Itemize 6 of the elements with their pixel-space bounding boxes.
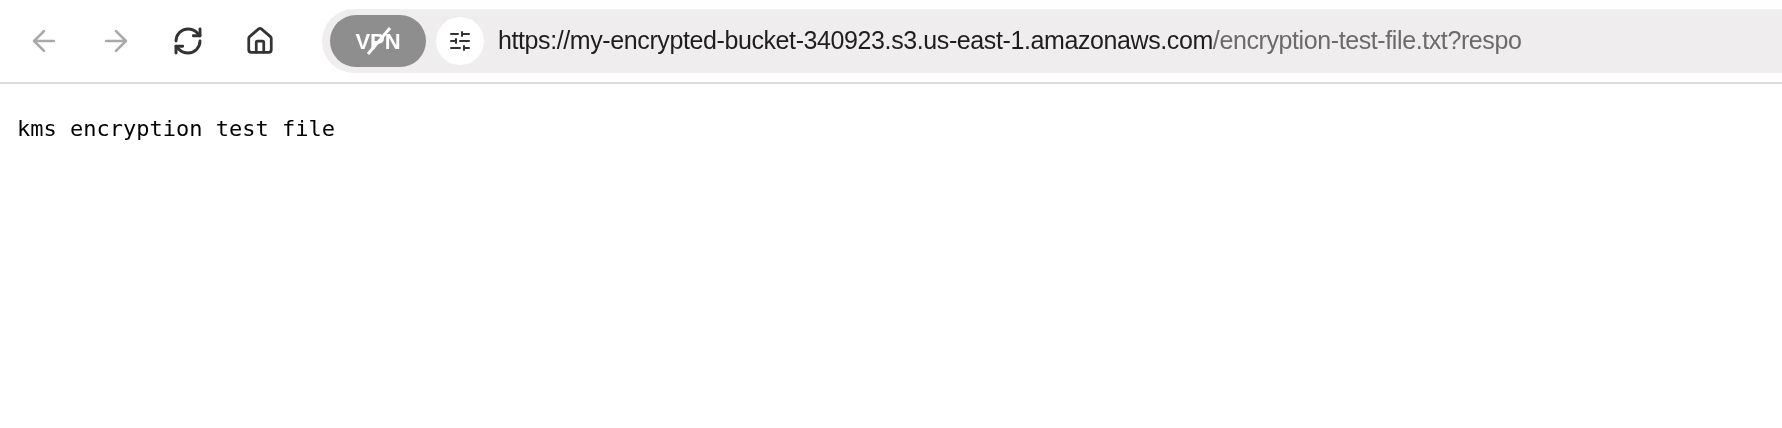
home-icon [245, 26, 275, 56]
sliders-icon [448, 29, 472, 53]
reload-icon [172, 25, 204, 57]
url-text: https://my-encrypted-bucket-340923.s3.us-east-1.amazonaws.com/encryption-test-file.txt?respo [498, 25, 1522, 57]
page-text: kms encryption test file [16, 115, 335, 143]
site-settings-button[interactable] [436, 17, 484, 65]
